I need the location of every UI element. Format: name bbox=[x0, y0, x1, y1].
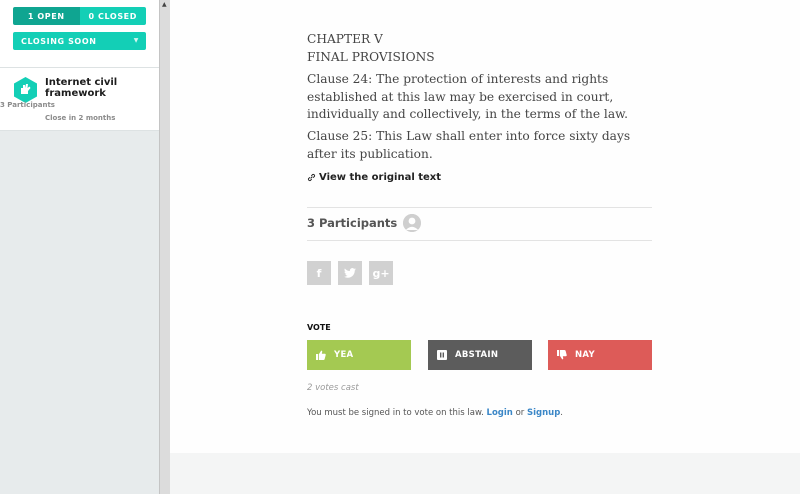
view-original-text-label: View the original text bbox=[319, 172, 442, 183]
vote-abstain-button[interactable]: ABSTAIN bbox=[428, 340, 532, 370]
filter-closed-button[interactable]: 0 CLOSED bbox=[79, 7, 146, 25]
chapter-heading: CHAPTER V FINAL PROVISIONS bbox=[307, 31, 652, 66]
votes-cast-count: 2 votes cast bbox=[307, 383, 359, 393]
participants-section: 3 Participants bbox=[307, 214, 422, 232]
vote-yea-label: YEA bbox=[334, 350, 354, 360]
chapter-title: CHAPTER V bbox=[307, 32, 383, 46]
participants-count: 3 Participants bbox=[307, 216, 398, 230]
hand-hexagon-icon bbox=[14, 77, 37, 103]
thumbs-up-icon bbox=[316, 350, 326, 360]
clause-25: Clause 25: This Law shall enter into for… bbox=[307, 129, 631, 161]
sort-select[interactable]: CLOSING SOON ▼ bbox=[13, 32, 146, 50]
law-item-participants: 3 Participants bbox=[0, 101, 55, 109]
login-link[interactable]: Login bbox=[487, 408, 513, 418]
signin-notice: You must be signed in to vote on this la… bbox=[307, 408, 563, 418]
pause-icon bbox=[437, 350, 447, 360]
footer bbox=[170, 453, 800, 494]
vote-abstain-label: ABSTAIN bbox=[455, 350, 499, 360]
signin-notice-text: You must be signed in to vote on this la… bbox=[307, 408, 484, 418]
clause-24: Clause 24: The protection of interests a… bbox=[307, 72, 628, 121]
share-buttons: f g+ bbox=[307, 261, 400, 285]
scrollbar[interactable]: ▲ bbox=[159, 0, 170, 494]
sidebar-filters: 1 OPEN 0 CLOSED CLOSING SOON ▼ bbox=[0, 0, 159, 67]
sort-select-label: CLOSING SOON bbox=[21, 36, 97, 46]
divider bbox=[307, 207, 652, 208]
link-icon bbox=[307, 173, 316, 182]
vote-options: YEA ABSTAIN NAY bbox=[307, 340, 652, 370]
vote-nay-button[interactable]: NAY bbox=[548, 340, 652, 370]
sidebar: 1 OPEN 0 CLOSED CLOSING SOON ▼ Internet … bbox=[0, 0, 159, 494]
google-plus-share-button[interactable]: g+ bbox=[369, 261, 393, 285]
law-item-title: Internet civil framework bbox=[45, 77, 118, 99]
vote-heading: VOTE bbox=[307, 323, 331, 332]
scroll-up-icon[interactable]: ▲ bbox=[162, 1, 167, 8]
facebook-share-button[interactable]: f bbox=[307, 261, 331, 285]
twitter-share-button[interactable] bbox=[338, 261, 362, 285]
law-list-item[interactable]: Internet civil framework 3 Participants … bbox=[0, 67, 159, 131]
signup-link[interactable]: Signup bbox=[527, 408, 560, 418]
user-avatar-icon[interactable] bbox=[403, 214, 422, 232]
chapter-subtitle: FINAL PROVISIONS bbox=[307, 49, 435, 64]
vote-yea-button[interactable]: YEA bbox=[307, 340, 411, 370]
vote-nay-label: NAY bbox=[575, 350, 595, 360]
law-item-close-date: Close in 2 months bbox=[45, 114, 116, 122]
law-detail: CHAPTER V FINAL PROVISIONS Clause 24: Th… bbox=[170, 0, 800, 494]
twitter-icon bbox=[344, 268, 356, 278]
view-original-text-link[interactable]: View the original text bbox=[307, 172, 441, 183]
avatar-silhouette bbox=[403, 214, 422, 232]
chevron-down-icon: ▼ bbox=[133, 37, 139, 44]
filter-open-button[interactable]: 1 OPEN bbox=[13, 7, 80, 25]
law-status-toggle: 1 OPEN 0 CLOSED bbox=[13, 7, 146, 25]
divider bbox=[307, 240, 652, 241]
signin-or: or bbox=[515, 408, 525, 418]
signin-period: . bbox=[560, 408, 563, 418]
thumbs-down-icon bbox=[557, 350, 567, 360]
